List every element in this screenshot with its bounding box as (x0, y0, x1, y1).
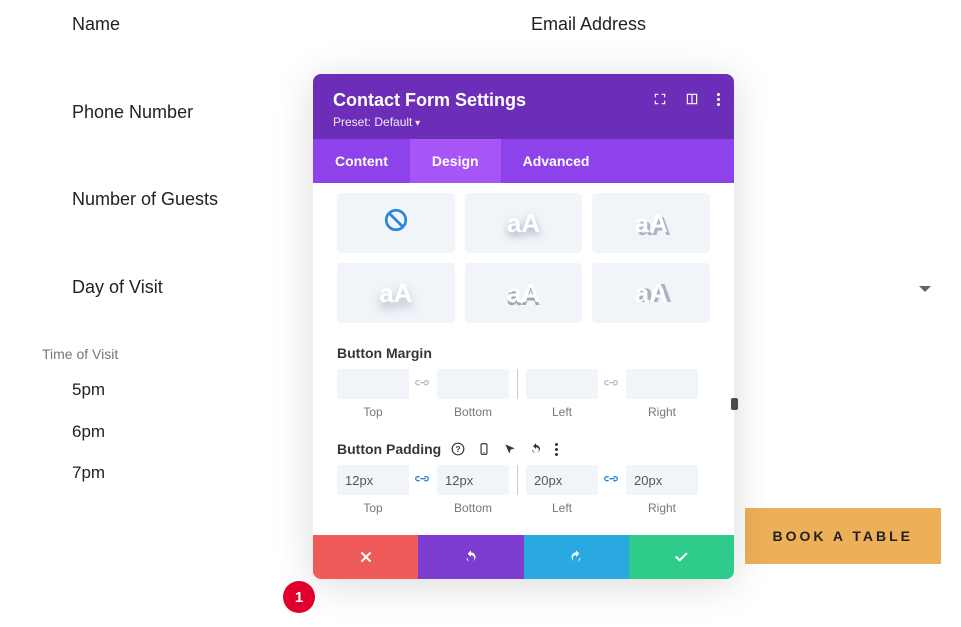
margin-row: Top Bottom Left Right (337, 369, 710, 419)
padding-right-label: Right (648, 501, 676, 515)
close-button[interactable] (313, 535, 418, 579)
field-email-label: Email Address (531, 14, 646, 35)
padding-top-input[interactable] (337, 465, 409, 495)
panel-header: Contact Form Settings Preset: Default (313, 74, 734, 139)
margin-bottom-label: Bottom (454, 405, 492, 419)
margin-right-input[interactable] (626, 369, 698, 399)
tab-content[interactable]: Content (313, 139, 410, 183)
shadow-sample: aA (379, 278, 412, 309)
kebab-menu-icon[interactable] (717, 93, 720, 106)
shadow-preset-2[interactable]: aA (465, 193, 583, 253)
redo-button[interactable] (524, 535, 629, 579)
margin-left-input[interactable] (526, 369, 598, 399)
link-icon-padding-vertical[interactable] (409, 465, 437, 495)
layout-icon[interactable] (685, 92, 699, 106)
time-of-visit-label: Time of Visit (42, 346, 118, 362)
padding-label-icons: ? (451, 442, 558, 456)
save-button[interactable] (629, 535, 734, 579)
padding-bottom-label: Bottom (454, 501, 492, 515)
margin-top-input[interactable] (337, 369, 409, 399)
tab-advanced[interactable]: Advanced (501, 139, 612, 183)
shadow-sample: aA (507, 278, 540, 309)
scrollbar-thumb[interactable] (731, 398, 738, 410)
field-name-label: Name (72, 14, 120, 35)
preset-dropdown[interactable]: Preset: Default (333, 115, 714, 129)
padding-top-label: Top (363, 501, 382, 515)
link-icon-margin-horizontal[interactable] (598, 369, 626, 399)
text-shadow-presets: aA aA aA aA aA (337, 183, 710, 323)
annotation-badge-1: 1 (283, 581, 315, 613)
field-guests-label: Number of Guests (72, 189, 218, 210)
divider (517, 465, 518, 495)
link-icon-padding-horizontal[interactable] (598, 465, 626, 495)
margin-bottom-input[interactable] (437, 369, 509, 399)
padding-left-label: Left (552, 501, 572, 515)
padding-right-input[interactable] (626, 465, 698, 495)
padding-row: Top Bottom Left Right (337, 465, 710, 515)
chevron-down-icon[interactable] (919, 286, 931, 292)
margin-right-label: Right (648, 405, 676, 419)
shadow-preset-3[interactable]: aA (592, 193, 710, 253)
button-margin-label: Button Margin (337, 345, 710, 361)
panel-footer (313, 535, 734, 579)
device-icon[interactable] (477, 442, 491, 456)
button-padding-label: Button Padding ? (337, 441, 710, 457)
shadow-preset-6[interactable]: aA (592, 263, 710, 323)
header-icons (653, 92, 720, 106)
expand-icon[interactable] (653, 92, 667, 106)
tabs: Content Design Advanced (313, 139, 734, 183)
time-option-6pm[interactable]: 6pm (72, 422, 105, 442)
hover-icon[interactable] (503, 442, 517, 456)
kebab-menu-icon[interactable] (555, 443, 558, 456)
shadow-sample: aA (635, 278, 668, 309)
reset-icon[interactable] (529, 442, 543, 456)
shadow-preset-4[interactable]: aA (337, 263, 455, 323)
svg-text:?: ? (456, 445, 461, 454)
padding-bottom-input[interactable] (437, 465, 509, 495)
margin-left-label: Left (552, 405, 572, 419)
shadow-sample: aA (635, 208, 668, 239)
help-icon[interactable]: ? (451, 442, 465, 456)
tab-design[interactable]: Design (410, 139, 501, 183)
field-phone-label: Phone Number (72, 102, 193, 123)
settings-panel: Contact Form Settings Preset: Default Co… (313, 74, 734, 579)
shadow-sample: aA (507, 208, 540, 239)
panel-body: aA aA aA aA aA Button Margin Top Bottom … (313, 183, 734, 535)
time-option-5pm[interactable]: 5pm (72, 380, 105, 400)
book-table-button[interactable]: BOOK A TABLE (745, 508, 941, 564)
padding-left-input[interactable] (526, 465, 598, 495)
none-icon (383, 207, 409, 240)
link-icon-margin-vertical[interactable] (409, 369, 437, 399)
shadow-preset-5[interactable]: aA (465, 263, 583, 323)
shadow-preset-none[interactable] (337, 193, 455, 253)
divider (517, 369, 518, 399)
margin-top-label: Top (363, 405, 382, 419)
undo-button[interactable] (418, 535, 523, 579)
time-option-7pm[interactable]: 7pm (72, 463, 105, 483)
field-day-label: Day of Visit (72, 277, 163, 298)
